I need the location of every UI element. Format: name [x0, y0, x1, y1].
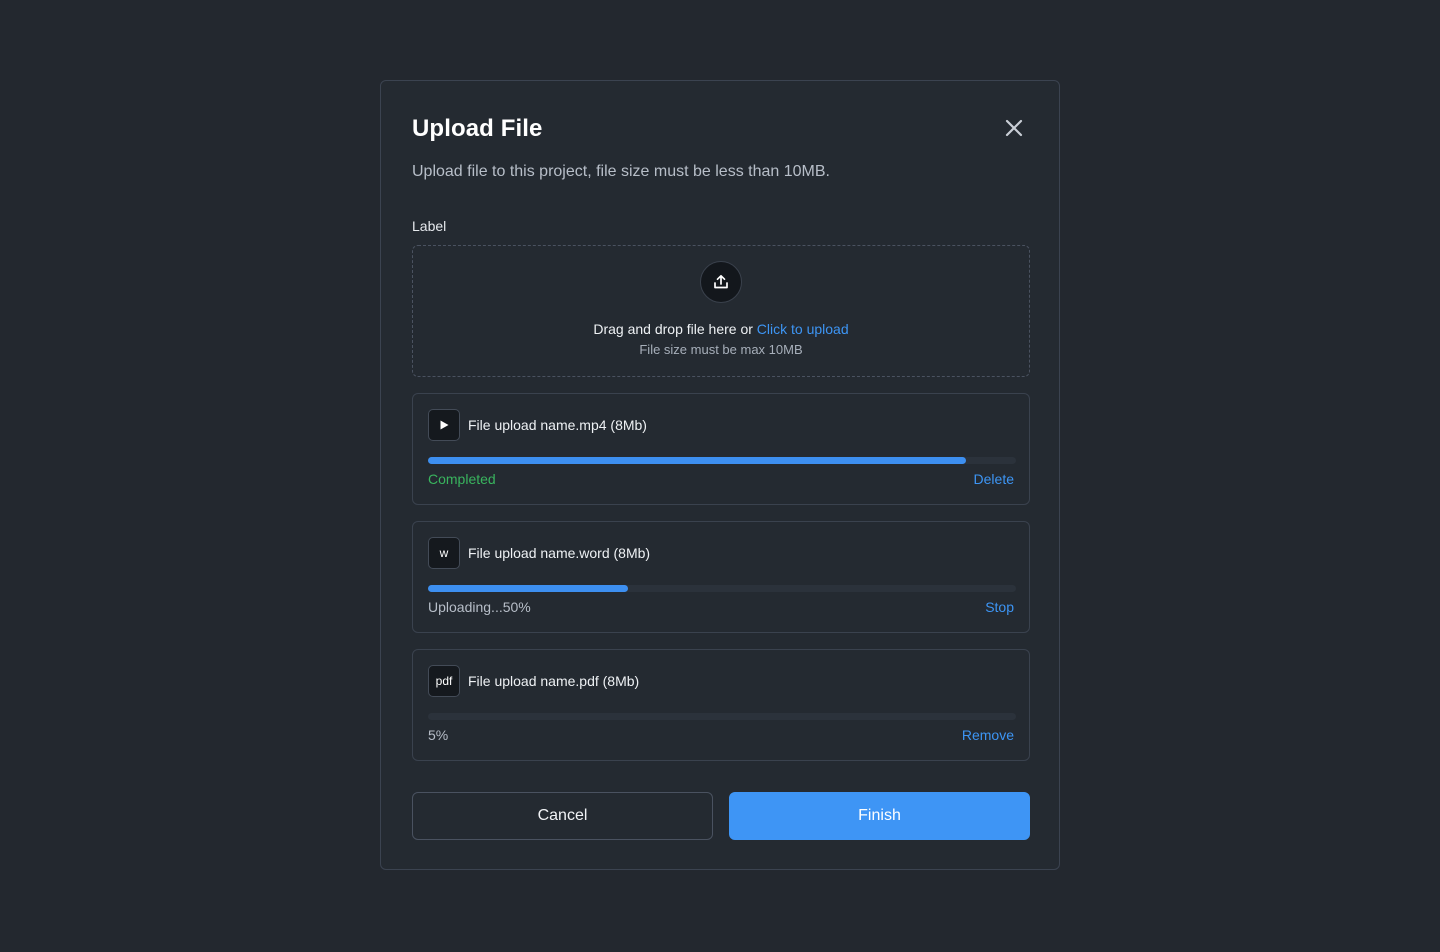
remove-button[interactable]: Remove: [962, 727, 1014, 743]
file-name: File upload name.word (8Mb): [468, 545, 651, 561]
file-name: File upload name.mp4 (8Mb): [468, 417, 647, 433]
click-to-upload-link[interactable]: Click to upload: [757, 321, 849, 337]
file-item-pdf: pdf File upload name.pdf (8Mb) 5% Remove: [412, 649, 1030, 761]
field-label: Label: [412, 218, 447, 234]
dialog-subtitle: Upload file to this project, file size m…: [412, 163, 830, 180]
upload-status: Uploading...50%: [428, 599, 531, 615]
finish-button[interactable]: Finish: [729, 792, 1030, 840]
dropzone-prompt-text: Drag and drop file here or: [593, 321, 753, 337]
progress-fill: [428, 585, 628, 592]
word-icon: w: [428, 537, 460, 569]
progress-fill: [428, 457, 967, 464]
dropzone-prompt: Drag and drop file here or Click to uplo…: [413, 321, 1029, 337]
upload-button[interactable]: [700, 261, 742, 303]
close-icon: [1005, 119, 1023, 137]
pdf-icon: pdf: [428, 665, 460, 697]
cancel-button[interactable]: Cancel: [412, 792, 713, 840]
upload-status: Completed: [428, 471, 496, 487]
file-item-mp4: File upload name.mp4 (8Mb) Completed Del…: [412, 393, 1030, 505]
dialog-title: Upload File: [412, 115, 543, 142]
dropzone-hint: File size must be max 10MB: [639, 342, 803, 357]
play-icon: [428, 409, 460, 441]
progress-bar: [428, 713, 1016, 720]
progress-bar: [428, 457, 1016, 464]
file-name: File upload name.pdf (8Mb): [468, 673, 640, 689]
upload-file-dialog: Upload File Upload file to this project,…: [380, 80, 1060, 870]
close-button[interactable]: [999, 113, 1029, 143]
upload-status: 5%: [428, 727, 449, 743]
file-item-word: w File upload name.word (8Mb) Uploading.…: [412, 521, 1030, 633]
file-dropzone[interactable]: Drag and drop file here or Click to uplo…: [412, 245, 1030, 377]
upload-icon: [714, 274, 728, 289]
delete-button[interactable]: Delete: [974, 471, 1014, 487]
progress-bar: [428, 585, 1016, 592]
stop-button[interactable]: Stop: [985, 599, 1014, 615]
